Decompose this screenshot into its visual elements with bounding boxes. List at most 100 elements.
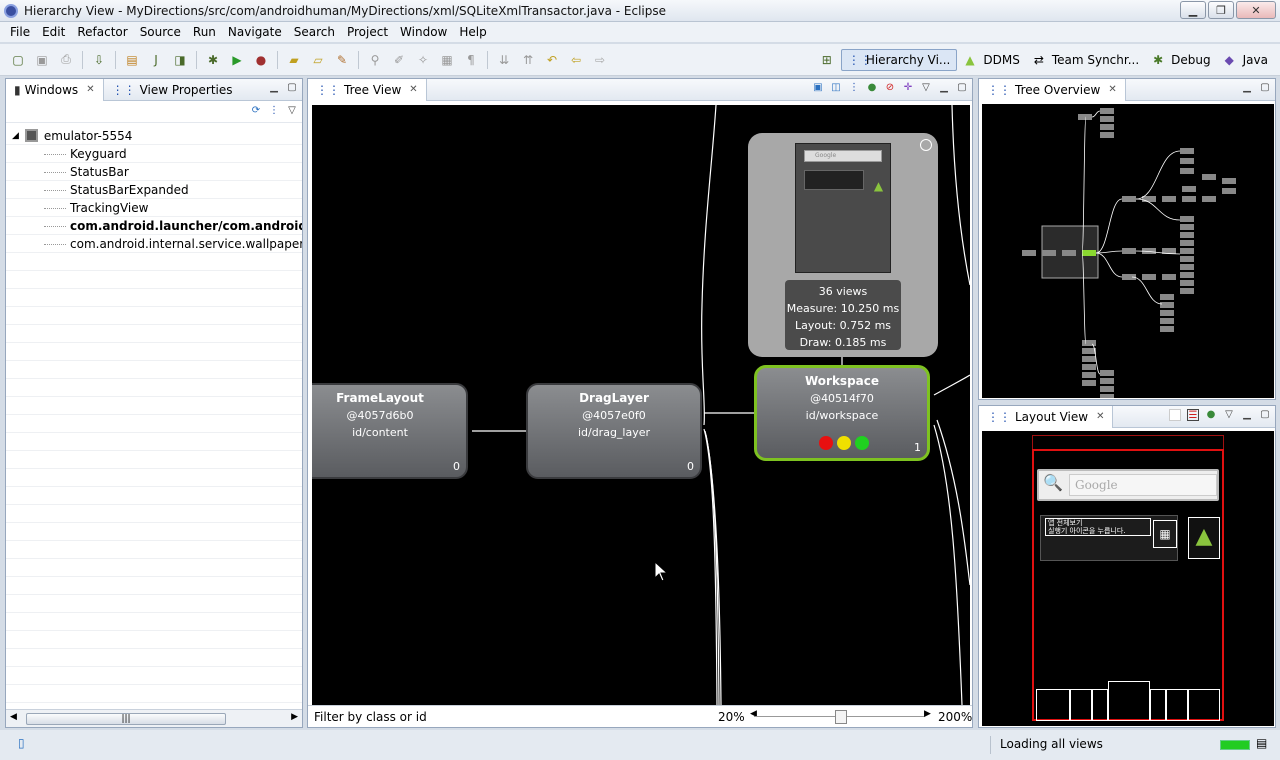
new-android-icon[interactable]: ◨ xyxy=(171,51,189,69)
node-workspace[interactable]: Workspace @40514f70 id/workspace 1 xyxy=(754,365,930,461)
scroll-left-icon[interactable]: ◀ xyxy=(10,712,17,722)
window-item[interactable]: StatusBarExpanded xyxy=(6,181,302,199)
scroll-right-icon[interactable]: ▶ xyxy=(291,712,298,722)
popup-expand-icon[interactable] xyxy=(920,139,932,151)
show-extras-icon[interactable]: ☰ xyxy=(1187,409,1199,421)
view-menu-icon[interactable]: ▽ xyxy=(920,82,932,94)
new-class-icon[interactable]: J xyxy=(147,51,165,69)
menu-edit[interactable]: Edit xyxy=(36,25,71,39)
maximize-button[interactable]: ❐ xyxy=(1208,1,1234,19)
menu-navigate[interactable]: Navigate xyxy=(222,25,288,39)
tab-tree-overview[interactable]: ⋮⋮ Tree Overview ✕ xyxy=(979,78,1126,101)
maximize-panel-icon[interactable]: ▢ xyxy=(1259,82,1271,94)
load-images-icon[interactable]: ● xyxy=(1205,409,1217,421)
print-icon[interactable]: ⎙ xyxy=(57,51,75,69)
window-item[interactable]: TrackingView xyxy=(6,199,302,217)
tree-overview-canvas[interactable] xyxy=(982,104,1274,400)
new-icon[interactable]: ▢ xyxy=(9,51,27,69)
menu-refactor[interactable]: Refactor xyxy=(71,25,133,39)
save-png-icon[interactable]: ▣ xyxy=(812,82,824,94)
maximize-panel-icon[interactable]: ▢ xyxy=(286,82,298,94)
close-tab-icon[interactable]: ✕ xyxy=(409,84,417,95)
window-item[interactable]: Keyguard xyxy=(6,145,302,163)
view-menu-icon[interactable]: ▽ xyxy=(1223,409,1235,421)
window-item[interactable]: com.android.internal.service.wallpaper.I… xyxy=(6,235,302,253)
zoom-slider-thumb[interactable] xyxy=(835,710,847,724)
show-whitespace-icon[interactable]: ¶ xyxy=(462,51,480,69)
load-view-icon[interactable]: ⋮ xyxy=(848,82,860,94)
fast-view-icon[interactable]: ▯ xyxy=(18,736,25,750)
toggle-block-icon[interactable]: ▦ xyxy=(438,51,456,69)
refresh-icon[interactable]: ⟳ xyxy=(250,105,262,117)
layout-canvas[interactable]: 🔍 Google 앱 전체보기 실행기 아이콘을 누릅니다. ▦ ▲ xyxy=(982,431,1274,726)
overview-node xyxy=(1160,310,1174,316)
menu-project[interactable]: Project xyxy=(341,25,394,39)
save-icon[interactable]: ▣ xyxy=(33,51,51,69)
scroll-thumb[interactable]: ||| xyxy=(26,713,226,725)
eclipse-icon xyxy=(4,3,18,18)
tree-canvas[interactable]: FrameLayout @4057d6b0 id/content 0 DragL… xyxy=(312,105,970,705)
perspective-ddms[interactable]: ▲ DDMS xyxy=(959,49,1025,71)
search-toolbar-icon[interactable]: ⚲ xyxy=(366,51,384,69)
new-package-icon[interactable]: ▤ xyxy=(123,51,141,69)
pen-icon[interactable]: ✎ xyxy=(333,51,351,69)
load-hierarchy-icon[interactable]: ⋮ xyxy=(268,105,280,117)
open-type-icon[interactable]: ▱ xyxy=(309,51,327,69)
tab-windows[interactable]: ▮ Windows ✕ xyxy=(6,78,104,101)
open-perspective-icon[interactable]: ⊞ xyxy=(818,51,836,69)
node-draglayer[interactable]: DragLayer @4057e0f0 id/drag_layer 0 xyxy=(526,383,702,479)
last-edit-icon[interactable]: ↶ xyxy=(543,51,561,69)
search-widget[interactable]: 🔍 Google xyxy=(1037,469,1219,501)
perspective-team-sync[interactable]: ⇄ Team Synchr... xyxy=(1028,49,1145,71)
window-item-selected[interactable]: com.android.launcher/com.android.launc xyxy=(6,217,302,235)
menu-window[interactable]: Window xyxy=(394,25,453,39)
minimize-panel-icon[interactable]: ▁ xyxy=(1241,409,1253,421)
collapse-icon[interactable]: ◢ xyxy=(12,131,19,141)
white-bg-icon[interactable] xyxy=(1169,409,1181,421)
back-icon[interactable]: ⇦ xyxy=(567,51,585,69)
request-layout-icon[interactable]: ✛ xyxy=(902,82,914,94)
tab-view-properties[interactable]: ⋮⋮ View Properties xyxy=(104,79,241,101)
close-tab-icon[interactable]: ✕ xyxy=(1096,411,1104,422)
menu-run[interactable]: Run xyxy=(187,25,222,39)
annotation-icon[interactable]: ✐ xyxy=(390,51,408,69)
perspective-java[interactable]: ◆ Java xyxy=(1219,49,1274,71)
globe-icon[interactable]: ● xyxy=(866,82,878,94)
maximize-panel-icon[interactable]: ▢ xyxy=(1259,409,1271,421)
external-tools-icon[interactable]: ● xyxy=(252,51,270,69)
zoom-right-icon[interactable]: ▶ xyxy=(924,709,931,719)
maximize-panel-icon[interactable]: ▢ xyxy=(956,82,968,94)
minimize-panel-icon[interactable]: ▁ xyxy=(938,82,950,94)
menu-help[interactable]: Help xyxy=(453,25,492,39)
view-menu-icon[interactable]: ▽ xyxy=(286,105,298,117)
close-tab-icon[interactable]: ✕ xyxy=(1108,84,1116,95)
close-button[interactable]: ✕ xyxy=(1236,1,1276,19)
menu-file[interactable]: File xyxy=(4,25,36,39)
minimize-panel-icon[interactable]: ▁ xyxy=(1241,82,1253,94)
mark-icon[interactable]: ✧ xyxy=(414,51,432,69)
tab-layout-view[interactable]: ⋮⋮ Layout View ✕ xyxy=(979,405,1114,428)
menu-source[interactable]: Source xyxy=(134,25,187,39)
filter-input[interactable] xyxy=(426,709,706,725)
prev-annotation-icon[interactable]: ⇈ xyxy=(519,51,537,69)
minimize-panel-icon[interactable]: ▁ xyxy=(268,82,280,94)
capture-layers-icon[interactable]: ◫ xyxy=(830,82,842,94)
minimize-button[interactable]: ▁ xyxy=(1180,1,1206,19)
menu-search[interactable]: Search xyxy=(288,25,341,39)
next-annotation-icon[interactable]: ⇊ xyxy=(495,51,513,69)
window-item[interactable]: StatusBar xyxy=(6,163,302,181)
tab-tree-view[interactable]: ⋮⋮ Tree View ✕ xyxy=(308,78,427,101)
download-icon[interactable]: ⇩ xyxy=(90,51,108,69)
progress-view-icon[interactable]: ▤ xyxy=(1256,736,1267,750)
device-row[interactable]: ◢ emulator-5554 xyxy=(6,127,302,145)
node-framelayout[interactable]: FrameLayout @4057d6b0 id/content 0 xyxy=(312,383,468,479)
forward-icon[interactable]: ⇨ xyxy=(591,51,609,69)
perspective-hierarchy[interactable]: ⋮⋮ Hierarchy Vi... xyxy=(840,49,958,71)
open-folder-icon[interactable]: ▰ xyxy=(285,51,303,69)
debug-run-icon[interactable]: ✱ xyxy=(204,51,222,69)
horizontal-scrollbar[interactable]: ◀ ||| ▶ xyxy=(6,709,302,727)
perspective-debug[interactable]: ✱ Debug xyxy=(1147,49,1216,71)
run-icon[interactable]: ▶ xyxy=(228,51,246,69)
invalidate-icon[interactable]: ⊘ xyxy=(884,82,896,94)
close-tab-icon[interactable]: ✕ xyxy=(86,84,94,95)
